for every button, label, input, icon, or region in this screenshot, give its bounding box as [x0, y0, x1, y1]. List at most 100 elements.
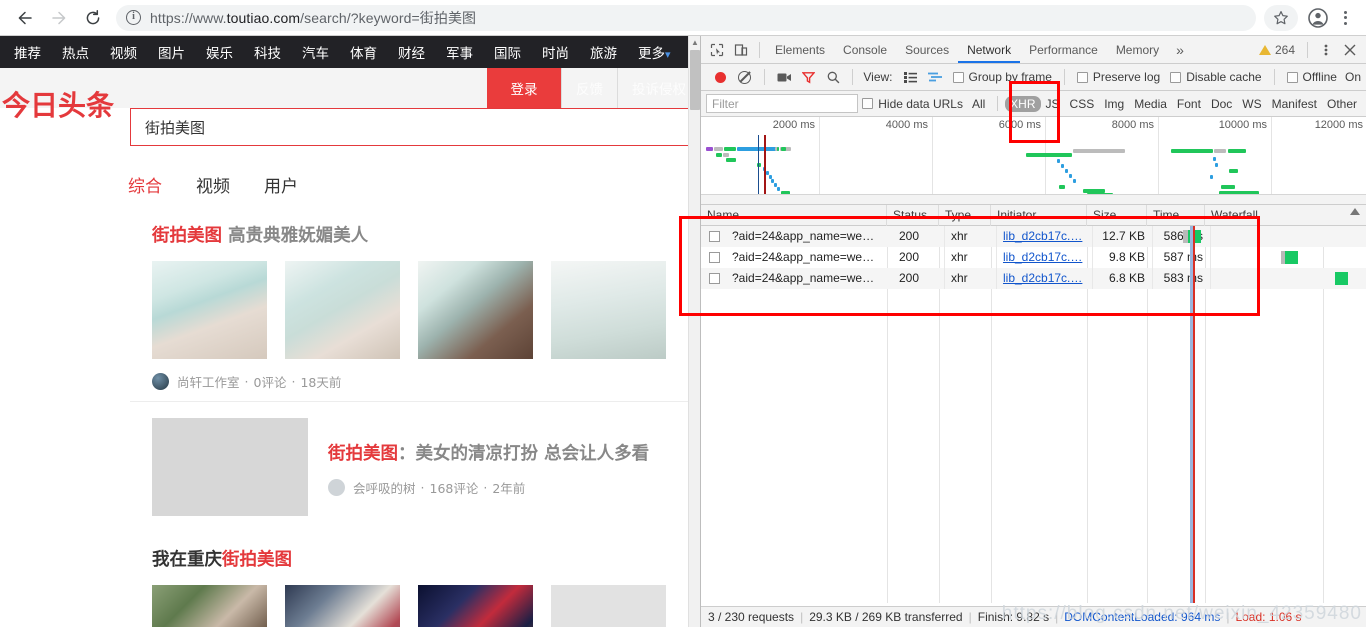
close-icon[interactable] [1338, 38, 1362, 62]
filter-funnel-icon[interactable] [797, 65, 820, 89]
waterfall-view-icon[interactable] [924, 65, 947, 89]
result-2-author[interactable]: 会呼吸的树 [353, 478, 416, 497]
table-row[interactable]: ?aid=24&app_name=we… 200 xhr lib_d2cb17c… [701, 247, 1366, 268]
preserve-log-checkbox[interactable]: Preserve log [1073, 70, 1164, 84]
network-table-body[interactable]: ?aid=24&app_name=we… 200 xhr lib_d2cb17c… [701, 226, 1366, 603]
result-1-author[interactable]: 尚轩工作室 [177, 372, 240, 391]
checkbox[interactable] [952, 71, 964, 83]
table-row[interactable]: ?aid=24&app_name=we… 200 xhr lib_d2cb17c… [701, 226, 1366, 247]
inspect-element-icon[interactable] [705, 38, 729, 62]
column-header-waterfall[interactable]: Waterfall [1205, 205, 1366, 226]
network-overview-timeline[interactable]: 2000 ms 4000 ms 6000 ms 8000 ms 10000 ms… [701, 117, 1366, 205]
nav-item-7[interactable]: 体育 [350, 42, 377, 62]
cell-initiator[interactable]: lib_d2cb17c.… [997, 247, 1093, 268]
result-card-1[interactable]: 街拍美图 高贵典雅妩媚美人 尚轩工作室 · 0评论 · 18天前 [130, 208, 688, 402]
nav-item-9[interactable]: 军事 [446, 42, 473, 62]
filter-type-js[interactable]: JS [1041, 96, 1065, 112]
filter-type-other[interactable]: Other [1322, 96, 1362, 112]
record-button-icon[interactable] [709, 65, 732, 89]
thumbnail-image[interactable] [285, 261, 400, 359]
thumbnail-image[interactable] [418, 261, 533, 359]
filter-input[interactable]: Filter [706, 94, 859, 113]
filter-type-xhr[interactable]: XHR [1005, 95, 1041, 112]
result-title-3[interactable]: 我在重庆街拍美图 [152, 546, 666, 571]
nav-item-10[interactable]: 国际 [494, 42, 521, 62]
profile-avatar-icon[interactable] [1304, 4, 1332, 32]
hide-data-urls-checkbox[interactable]: Hide data URLs [858, 97, 967, 111]
tab-memory[interactable]: Memory [1107, 36, 1168, 63]
column-header-size[interactable]: Size [1087, 204, 1147, 226]
nav-item-5[interactable]: 科技 [254, 42, 281, 62]
row-checkbox[interactable] [709, 231, 720, 242]
clear-network-log-icon[interactable] [734, 65, 757, 89]
chrome-menu-icon[interactable] [1332, 4, 1358, 32]
filter-type-css[interactable]: CSS [1065, 96, 1100, 112]
tab-performance[interactable]: Performance [1020, 36, 1107, 63]
scrollbar-thumb[interactable] [690, 50, 700, 110]
page-info-icon[interactable]: i [126, 10, 141, 25]
nav-item-1[interactable]: 热点 [62, 42, 89, 62]
address-bar[interactable]: i https://www.toutiao.com/search/?keywor… [116, 4, 1256, 31]
bookmark-star-icon[interactable] [1264, 4, 1298, 31]
search-input[interactable]: 街拍美图 [130, 108, 700, 146]
column-header-status[interactable]: Status [887, 204, 939, 226]
nav-item-4[interactable]: 娱乐 [206, 42, 233, 62]
thumbnail-image[interactable] [152, 418, 308, 516]
tab-sources[interactable]: Sources [896, 36, 958, 63]
login-button[interactable]: 登录 [487, 68, 561, 108]
filter-type-ws[interactable]: WS [1237, 96, 1266, 112]
disable-cache-checkbox[interactable]: Disable cache [1166, 70, 1265, 84]
warning-count[interactable]: 264 [1258, 43, 1301, 57]
scroll-up-arrow-icon[interactable]: ▲ [689, 36, 700, 48]
column-header-type[interactable]: Type [939, 204, 991, 226]
result-card-3[interactable]: 我在重庆街拍美图 [130, 532, 688, 627]
throttling-select[interactable]: On [1345, 70, 1361, 84]
result-title-2[interactable]: 街拍美图：美女的清凉打扮 总会让人多看 [328, 440, 666, 465]
tab-video[interactable]: 视频 [196, 172, 230, 197]
thumbnail-image[interactable] [551, 585, 666, 627]
nav-item-11[interactable]: 时尚 [542, 42, 569, 62]
checkbox[interactable] [862, 98, 874, 109]
result-title-1[interactable]: 街拍美图 高贵典雅妩媚美人 [152, 222, 666, 247]
sort-ascending-icon[interactable] [1350, 208, 1360, 215]
tab-network[interactable]: Network [958, 36, 1021, 63]
filter-type-manifest[interactable]: Manifest [1267, 96, 1322, 112]
group-by-frame-checkbox[interactable]: Group by frame [949, 70, 1056, 84]
nav-item-8[interactable]: 财经 [398, 42, 425, 62]
toutiao-logo[interactable]: 今日头条 [2, 84, 114, 124]
filter-type-media[interactable]: Media [1129, 96, 1172, 112]
nav-item-2[interactable]: 视频 [110, 42, 137, 62]
checkbox[interactable] [1076, 71, 1088, 83]
filter-type-font[interactable]: Font [1172, 96, 1206, 112]
arrow-left-icon[interactable] [11, 4, 39, 32]
search-icon[interactable] [822, 65, 845, 89]
camera-icon[interactable] [773, 65, 796, 89]
tab-users[interactable]: 用户 [264, 172, 298, 197]
thumbnail-image[interactable] [418, 585, 533, 627]
tab-comprehensive[interactable]: 综合 [128, 172, 162, 197]
nav-item-3[interactable]: 图片 [158, 42, 185, 62]
result-card-2[interactable]: 街拍美图：美女的清凉打扮 总会让人多看 会呼吸的树 · 168评论 · 2年前 [130, 402, 688, 532]
nav-item-6[interactable]: 汽车 [302, 42, 329, 62]
column-header-name[interactable]: Name [701, 204, 887, 226]
column-header-initiator[interactable]: Initiator [991, 204, 1087, 226]
table-row[interactable]: ?aid=24&app_name=we… 200 xhr lib_d2cb17c… [701, 268, 1366, 289]
checkbox[interactable] [1170, 71, 1182, 83]
devtools-menu-icon[interactable] [1314, 38, 1338, 62]
nav-item-0[interactable]: 推荐 [14, 42, 41, 62]
row-checkbox[interactable] [709, 252, 720, 263]
checkbox[interactable] [1286, 71, 1298, 83]
offline-checkbox[interactable]: Offline [1283, 70, 1341, 84]
thumbnail-image[interactable] [285, 585, 400, 627]
cell-initiator[interactable]: lib_d2cb17c.… [997, 226, 1093, 247]
tab-elements[interactable]: Elements [766, 36, 834, 63]
filter-type-all[interactable]: All [967, 96, 990, 112]
tab-console[interactable]: Console [834, 36, 896, 63]
filter-type-doc[interactable]: Doc [1206, 96, 1237, 112]
feedback-button[interactable]: 反馈 [561, 68, 617, 108]
list-view-icon[interactable] [900, 65, 923, 89]
toutiao-top-nav[interactable]: 推荐 热点 视频 图片 娱乐 科技 汽车 体育 财经 军事 国际 时尚 旅游 更… [0, 36, 688, 68]
thumbnail-image[interactable] [551, 261, 666, 359]
cell-initiator[interactable]: lib_d2cb17c.… [997, 268, 1093, 289]
page-scrollbar[interactable]: ▲ [688, 36, 700, 627]
